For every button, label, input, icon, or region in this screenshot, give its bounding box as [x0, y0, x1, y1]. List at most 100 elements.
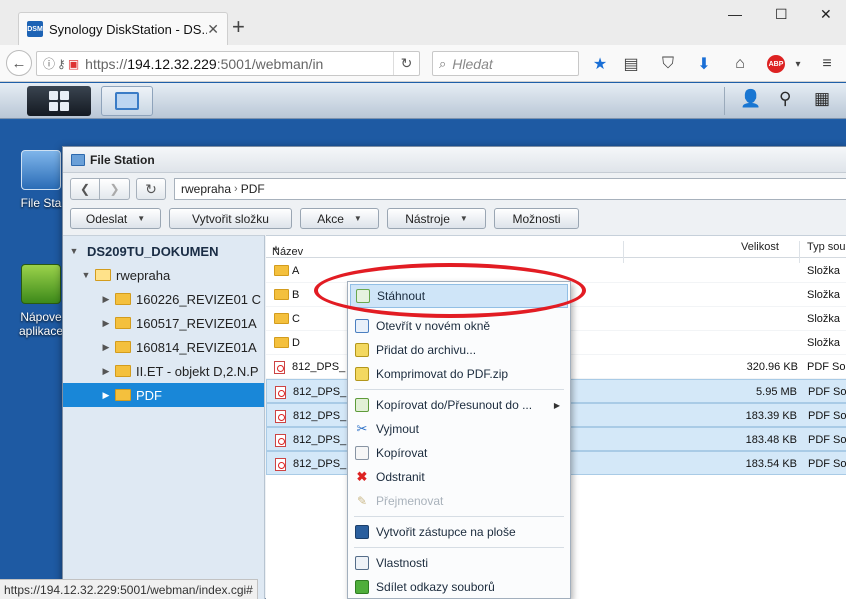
- site-info-icons[interactable]: ⓘ ⚷ ▣: [37, 55, 85, 72]
- menu-divider: [354, 389, 564, 390]
- pdf-file-icon: [275, 458, 286, 471]
- file-toolbar: Odeslat ▼ Vytvořit složku Akce ▼ Nástroje ▼…: [70, 208, 579, 229]
- menu-item-add-archive[interactable]: Přidat do archivu...: [350, 338, 568, 362]
- tree-root-label: DS209TU_DOKUMEN: [87, 243, 219, 259]
- folder-icon: [115, 389, 131, 401]
- home-icon[interactable]: ⌂: [729, 53, 751, 75]
- menu-item-copy[interactable]: Kopírovat: [350, 441, 568, 465]
- settings-button[interactable]: Možnosti: [494, 208, 579, 229]
- column-header-type[interactable]: Typ sou: [807, 241, 846, 253]
- collapsed-icon[interactable]: ▶: [101, 294, 111, 305]
- file-name: 812_DPS_: [292, 361, 346, 373]
- reload-icon[interactable]: ↻: [393, 52, 419, 75]
- folder-icon: [274, 337, 289, 348]
- tree-item-folder[interactable]: ▶ 160517_REVIZE01A: [63, 311, 264, 335]
- adblock-icon[interactable]: ABP: [767, 55, 785, 73]
- tree-item-share[interactable]: ▼ rwepraha: [63, 263, 264, 287]
- widgets-icon[interactable]: ▦: [814, 89, 830, 109]
- url-path: :5001/webman/in: [216, 55, 324, 72]
- menu-item-label: Vlastnosti: [376, 556, 429, 570]
- file-size: 320.96 KB: [746, 361, 798, 373]
- path-bar[interactable]: rwepraha › PDF: [174, 178, 846, 200]
- url-text[interactable]: https://194.12.32.229:5001/webman/in: [85, 56, 393, 72]
- file-row-folder[interactable]: A Složka: [266, 259, 846, 283]
- menu-item-label: Kopírovat do/Přesunout do ...: [376, 398, 533, 412]
- menu-item-open-new-window[interactable]: Otevřít v novém okně: [350, 314, 568, 338]
- close-window-icon[interactable]: ✕: [820, 6, 832, 23]
- collapsed-icon[interactable]: ▶: [101, 366, 111, 377]
- url-prefix: https://: [85, 55, 128, 72]
- bookmark-star-icon[interactable]: ★: [589, 53, 611, 75]
- download-icon[interactable]: ⬇: [693, 53, 715, 75]
- new-window-icon: [355, 319, 369, 333]
- tools-button[interactable]: Nástroje ▼: [387, 208, 486, 229]
- breadcrumb-item[interactable]: PDF: [241, 182, 265, 196]
- folder-icon: [274, 265, 289, 276]
- folder-open-icon: [95, 269, 111, 281]
- refresh-button[interactable]: ↻: [136, 178, 166, 200]
- user-icon[interactable]: 👤: [740, 89, 761, 109]
- file-station-taskbar-button[interactable]: [101, 86, 153, 116]
- tree-item-folder-selected[interactable]: ▶ PDF: [63, 383, 264, 407]
- upload-button[interactable]: Odeslat ▼: [70, 208, 161, 229]
- context-menu: Stáhnout Otevřít v novém okně Přidat do …: [347, 281, 571, 599]
- menu-item-label: Kopírovat: [376, 446, 428, 460]
- reading-list-icon[interactable]: ▤: [620, 53, 642, 75]
- tree-item-folder[interactable]: ▶ 160814_REVIZE01A: [63, 335, 264, 359]
- adblock-dropdown-icon[interactable]: ▾: [787, 53, 809, 75]
- browser-tab[interactable]: DSM Synology DiskStation - DS... ✕: [18, 12, 228, 45]
- menu-item-create-shortcut[interactable]: Vytvořit zástupce na ploše: [350, 520, 568, 544]
- file-station-icon: [115, 92, 139, 110]
- key-icon: ⚷: [57, 56, 66, 71]
- menu-item-copy-move[interactable]: Kopírovat do/Přesunout do ... ▶: [350, 393, 568, 417]
- column-header-name[interactable]: Název ▲: [272, 241, 303, 258]
- back-button[interactable]: ❮: [70, 178, 100, 200]
- maximize-icon[interactable]: ☐: [775, 6, 788, 23]
- breadcrumb-separator-icon: ›: [234, 183, 238, 195]
- chevron-down-icon: ▼: [137, 214, 146, 223]
- menu-item-properties[interactable]: Vlastnosti: [350, 551, 568, 575]
- settings-label: Možnosti: [512, 211, 561, 226]
- collapsed-icon[interactable]: ▶: [101, 390, 111, 401]
- file-list-header: Název ▲ Velikost Typ sou: [266, 236, 846, 263]
- breadcrumb-item[interactable]: rwepraha: [181, 182, 231, 196]
- new-tab-button[interactable]: +: [232, 16, 245, 38]
- menu-item-delete[interactable]: ✖ Odstranit: [350, 465, 568, 489]
- create-folder-button[interactable]: Vytvořit složku: [169, 208, 292, 229]
- menu-item-label: Otevřít v novém okně: [376, 319, 491, 333]
- tab-close-icon[interactable]: ✕: [207, 21, 219, 38]
- menu-item-cut[interactable]: ✂ Vyjmout: [350, 417, 568, 441]
- menu-divider: [354, 516, 564, 517]
- action-button[interactable]: Akce ▼: [300, 208, 379, 229]
- file-name: 812_DPS_: [293, 386, 347, 398]
- collapsed-icon[interactable]: ▶: [101, 318, 111, 329]
- menu-item-label: Přidat do archivu...: [376, 343, 477, 357]
- menu-hamburger-icon[interactable]: ≡: [816, 53, 838, 75]
- file-name: 812_DPS_: [293, 410, 347, 422]
- search-input[interactable]: ⌕ Hledat: [432, 51, 579, 76]
- file-name: 812_DPS_: [293, 434, 347, 446]
- tree-item-root[interactable]: ▼ DS209TU_DOKUMEN: [63, 239, 264, 263]
- expanded-icon[interactable]: ▼: [69, 246, 79, 256]
- back-button[interactable]: ←: [6, 50, 32, 76]
- tree-item-folder[interactable]: ▶ II.ET - objekt D,2.N.P: [63, 359, 264, 383]
- menu-item-download[interactable]: Stáhnout: [350, 284, 568, 308]
- url-host: 194.12.32.229: [127, 55, 217, 72]
- pocket-icon[interactable]: ⛉: [657, 53, 679, 75]
- column-header-size[interactable]: Velikost: [741, 241, 779, 253]
- action-label: Akce: [317, 211, 344, 226]
- file-type: Složka: [807, 265, 841, 277]
- url-bar[interactable]: ⓘ ⚷ ▣ https://194.12.32.229:5001/webman/…: [36, 51, 420, 76]
- menu-item-label: Vytvořit zástupce na ploše: [376, 525, 516, 539]
- menu-item-compress-zip[interactable]: Komprimovat do PDF.zip: [350, 362, 568, 386]
- minimize-icon[interactable]: —: [728, 6, 742, 22]
- menu-item-share-links[interactable]: Sdílet odkazy souborů: [350, 575, 568, 599]
- pdf-file-icon: [274, 361, 285, 374]
- expanded-icon[interactable]: ▼: [81, 270, 91, 280]
- collapsed-icon[interactable]: ▶: [101, 342, 111, 353]
- tree-item-folder[interactable]: ▶ 160226_REVIZE01 C: [63, 287, 264, 311]
- search-icon[interactable]: ⚲: [779, 89, 791, 109]
- main-menu-button[interactable]: [27, 86, 91, 116]
- forward-button[interactable]: ❯: [100, 178, 130, 200]
- window-titlebar[interactable]: File Station: [63, 147, 846, 173]
